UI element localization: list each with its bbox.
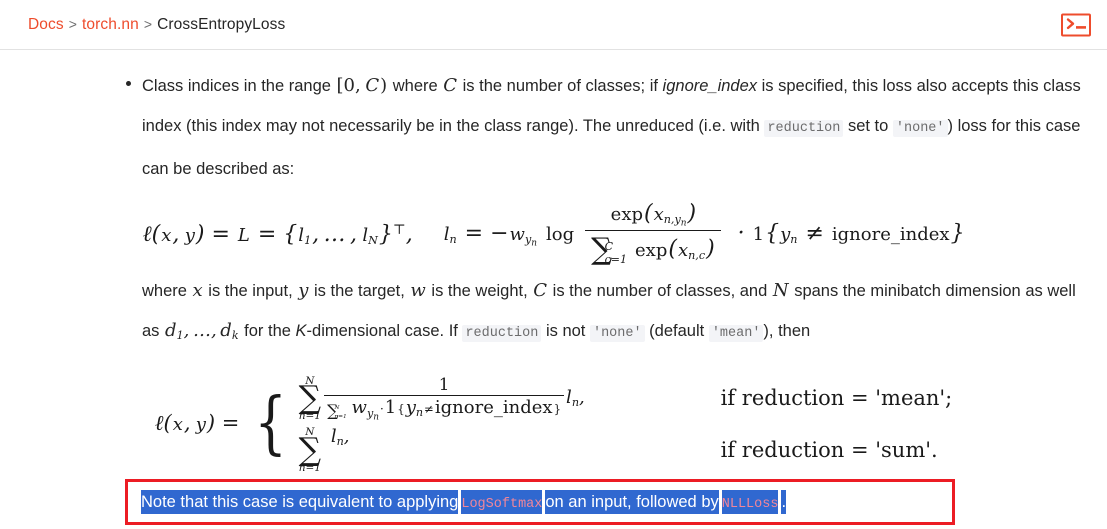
equation2-lhs: ℓ(x, y) = bbox=[154, 411, 240, 436]
para2-text-4: is the weight, bbox=[426, 282, 533, 301]
case1-fraction: 1 ∑ Nn=1 wyn·1{yn≠ignore_index} bbox=[324, 374, 565, 423]
note-text: Note that this case is equivalent to app… bbox=[141, 488, 948, 519]
note-code-logsoftmax-wrap[interactable]: LogSoftmax bbox=[461, 490, 543, 514]
note-code-nllloss-wrap[interactable]: NLLLoss bbox=[721, 490, 779, 514]
note-code-logsoftmax[interactable]: LogSoftmax bbox=[461, 497, 543, 512]
case1-sigma: N ∑ n=1 bbox=[298, 374, 322, 423]
math-symbol-N: N bbox=[772, 280, 789, 302]
para2-text-3: is the target, bbox=[309, 282, 410, 301]
case1-numerator: 1 bbox=[324, 374, 565, 397]
case2-condition: if reduction = 'sum'. bbox=[720, 437, 938, 462]
case2-tail: ln, bbox=[330, 426, 350, 449]
case1-tail: ln, bbox=[566, 387, 585, 410]
code-reduction-2: reduction bbox=[462, 325, 542, 343]
cases-row: N ∑ n=1 ln, if reduction = 'sum'. bbox=[297, 427, 953, 473]
terminal-icon[interactable] bbox=[1061, 13, 1091, 36]
equation2-cases: { N ∑ n=1 1 ∑ Nn=1 wyn·1{yn≠ignore_index} l… bbox=[239, 374, 952, 473]
para2-text-10: (default bbox=[644, 322, 709, 341]
case1-denominator: ∑ Nn=1 wyn·1{yn≠ignore_index} bbox=[327, 397, 562, 423]
bullet-text-2: where bbox=[388, 77, 443, 95]
annotation-box: Note that this case is equivalent to app… bbox=[125, 479, 955, 525]
case2-expression: N ∑ n=1 ln, bbox=[297, 427, 715, 473]
equation1-denominator: ∑ Cc=1 exp(xn,c) bbox=[591, 232, 715, 268]
equation1-rhs: ln = −wyn log exp(xn,yn) ∑ Cc=1 exp(xn,c)… bbox=[443, 201, 965, 268]
paragraph-variable-definitions: where x is the input, y is the target, w… bbox=[0, 271, 1107, 356]
code-none-2: 'none' bbox=[589, 325, 645, 343]
list-item: Class indices in the range [0, C) where … bbox=[0, 50, 1107, 189]
note-part-1: Note that this case is equivalent to app… bbox=[141, 490, 459, 514]
math-symbol-C2: C bbox=[533, 280, 548, 302]
doc-content: Class indices in the range [0, C) where … bbox=[0, 50, 1107, 481]
breadcrumb-separator-1: > bbox=[68, 15, 77, 32]
math-range-interval: [0, C) bbox=[336, 75, 388, 96]
math-symbol-w: w bbox=[410, 280, 426, 302]
math-symbol-dims: d1, …, dk bbox=[165, 320, 239, 343]
note-part-2: on an input, followed by bbox=[545, 490, 719, 514]
bullet-text-5: set to bbox=[843, 117, 893, 135]
case2-sigma: N ∑ n=1 bbox=[298, 426, 322, 474]
code-reduction: reduction bbox=[764, 120, 844, 137]
arg-ignore-index: ignore_index bbox=[662, 77, 758, 95]
breadcrumb-item-crossentropyloss: CrossEntropyLoss bbox=[157, 15, 286, 33]
para2-text-7: for the bbox=[239, 322, 296, 341]
equation1-numerator: exp(xn,yn) bbox=[585, 201, 721, 232]
breadcrumb-separator-2: > bbox=[143, 15, 153, 32]
breadcrumb: Docs > torch.nn > CrossEntropyLoss bbox=[28, 16, 285, 34]
para2-text-5: is the number of classes, and bbox=[548, 282, 772, 301]
code-none: 'none' bbox=[892, 120, 948, 137]
bullet-text-1: Class indices in the range bbox=[142, 77, 336, 95]
top-bar: Docs > torch.nn > CrossEntropyLoss bbox=[0, 0, 1107, 50]
case1-expression: N ∑ n=1 1 ∑ Nn=1 wyn·1{yn≠ignore_index} ln, bbox=[297, 374, 715, 423]
para2-text-9: is not bbox=[541, 322, 590, 341]
note-part-3: . bbox=[781, 490, 787, 514]
para2-text-11: ), then bbox=[763, 322, 811, 341]
para2-em-K: K bbox=[295, 322, 307, 341]
class-indices-list: Class indices in the range [0, C) where … bbox=[0, 50, 1107, 189]
bullet-text-3: is the number of classes; if bbox=[458, 77, 663, 95]
equation1-fraction: exp(xn,yn) ∑ Cc=1 exp(xn,c) bbox=[585, 201, 721, 267]
breadcrumb-item-docs[interactable]: Docs bbox=[28, 16, 64, 33]
para2-text-8: -dimensional case. If bbox=[306, 322, 463, 341]
para2-text-1: where bbox=[142, 282, 192, 301]
equation1-lhs: ℓ(x, y) = L = {l1, … , lN}⊤, bbox=[142, 222, 413, 248]
math-symbol-x: x bbox=[192, 280, 203, 302]
math-symbol-y: y bbox=[298, 280, 309, 302]
code-mean: 'mean' bbox=[708, 325, 764, 343]
equation-reduction-cases: ℓ(x, y) = { N ∑ n=1 1 ∑ Nn=1 wyn·1{yn≠ignor… bbox=[0, 356, 1107, 481]
equation-unreduced-loss: ℓ(x, y) = L = {l1, … , lN}⊤, ln = −wyn l… bbox=[0, 189, 1107, 271]
breadcrumb-item-torch-nn[interactable]: torch.nn bbox=[82, 16, 139, 33]
note-code-nllloss[interactable]: NLLLoss bbox=[721, 497, 779, 512]
cases-brace: { bbox=[254, 384, 288, 464]
cases-row: N ∑ n=1 1 ∑ Nn=1 wyn·1{yn≠ignore_index} ln,… bbox=[297, 374, 953, 423]
para2-text-2: is the input, bbox=[203, 282, 298, 301]
math-symbol-C: C bbox=[443, 75, 458, 96]
case1-condition: if reduction = 'mean'; bbox=[720, 386, 953, 411]
